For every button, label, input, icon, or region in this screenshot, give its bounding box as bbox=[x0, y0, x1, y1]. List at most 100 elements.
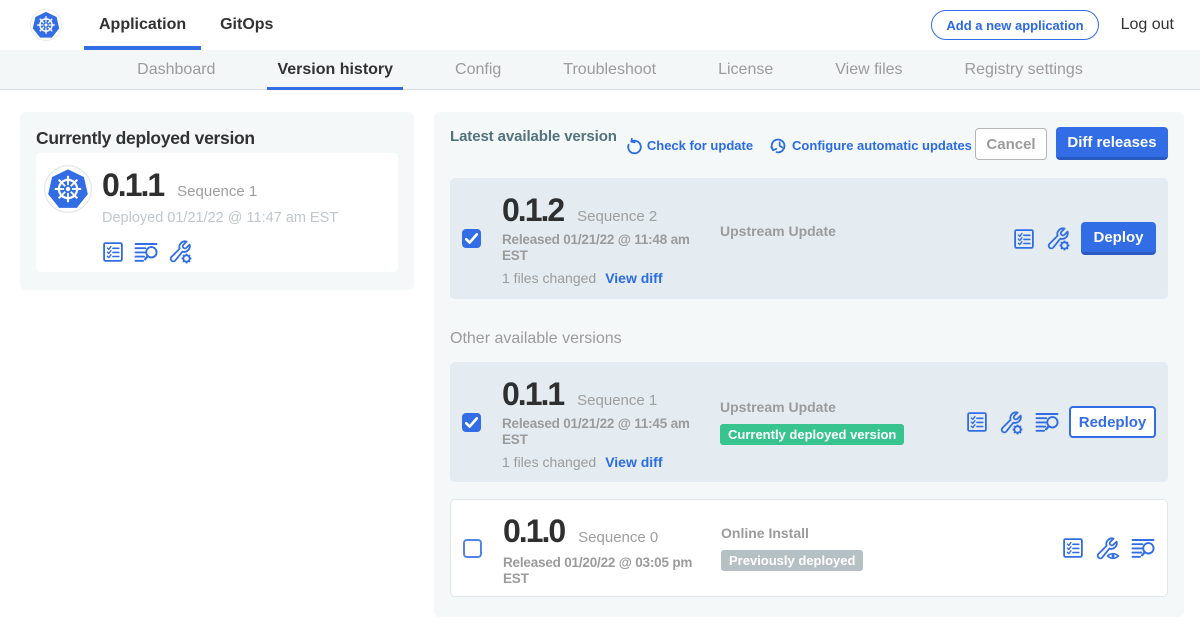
version-info-column: 0.1.2 Sequence 2 Released 01/21/22 @ 11:… bbox=[502, 178, 720, 286]
subnav-tab-view-files-label: View files bbox=[835, 61, 902, 79]
version-info-column: 0.1.1 Sequence 1 Released 01/21/22 @ 11:… bbox=[502, 362, 720, 470]
files-changed-line: 1 files changed View diff bbox=[502, 270, 720, 286]
version-checkbox-0.1.2[interactable] bbox=[462, 229, 481, 248]
version-history-panel: Latest available version Check for updat… bbox=[434, 112, 1184, 617]
version-line: 0.1.1 Sequence 1 bbox=[502, 379, 720, 409]
subnav-tab-view-files[interactable]: View files bbox=[804, 50, 933, 89]
released-line-2: EST bbox=[503, 571, 529, 586]
view-config-icon[interactable] bbox=[1095, 536, 1120, 561]
version-line: 0.1.0 Sequence 0 bbox=[503, 516, 721, 546]
version-number: 0.1.0 bbox=[503, 516, 566, 546]
top-tabs: Application GitOps bbox=[84, 0, 292, 50]
deployed-version-card: 0.1.1 Sequence 1 Deployed 01/21/22 @ 11:… bbox=[36, 153, 398, 272]
tab-application-label: Application bbox=[99, 16, 186, 34]
version-row-0.1.1: 0.1.1 Sequence 1 Released 01/21/22 @ 11:… bbox=[450, 362, 1168, 482]
deployed-timestamp: Deployed 01/21/22 @ 11:47 am EST bbox=[102, 210, 338, 227]
version-checkbox-0.1.1[interactable] bbox=[462, 413, 481, 432]
previously-deployed-badge: Previously deployed bbox=[721, 550, 863, 571]
deployed-version-info: 0.1.1 Sequence 1 Deployed 01/21/22 @ 11:… bbox=[102, 164, 338, 264]
currently-deployed-badge: Currently deployed version bbox=[720, 424, 904, 445]
view-diff-link[interactable]: View diff bbox=[605, 454, 662, 470]
version-source-label: Online Install bbox=[721, 525, 1062, 541]
release-notes-icon[interactable] bbox=[1062, 537, 1084, 559]
panel-header: Latest available version Check for updat… bbox=[450, 126, 1168, 160]
released-timestamp: Released 01/20/22 @ 03:05 pm EST bbox=[503, 555, 721, 586]
view-files-diff-icon[interactable] bbox=[1035, 411, 1059, 433]
cancel-button[interactable]: Cancel bbox=[975, 128, 1047, 160]
diff-releases-button[interactable]: Diff releases bbox=[1056, 127, 1168, 160]
released-timestamp: Released 01/21/22 @ 11:45 am EST bbox=[502, 416, 720, 447]
version-number: 0.1.1 bbox=[502, 379, 565, 409]
released-line-2: EST bbox=[502, 248, 528, 263]
released-line-1: Released 01/21/22 @ 11:45 am bbox=[502, 416, 690, 431]
subnav-tab-dashboard[interactable]: Dashboard bbox=[106, 50, 246, 89]
topbar-actions: Add a new application Log out bbox=[931, 0, 1174, 50]
main-content: Currently deployed version 0.1.1 Sequenc… bbox=[0, 90, 1200, 634]
files-changed-label: 1 files changed bbox=[502, 270, 596, 286]
edit-config-icon[interactable] bbox=[1046, 226, 1071, 251]
app-logo-icon bbox=[44, 165, 92, 213]
logout-link[interactable]: Log out bbox=[1121, 16, 1174, 34]
version-row-0.1.2: 0.1.2 Sequence 2 Released 01/21/22 @ 11:… bbox=[450, 178, 1168, 299]
released-timestamp: Released 01/21/22 @ 11:48 am EST bbox=[502, 232, 720, 263]
subnav-tab-config-label: Config bbox=[455, 61, 501, 79]
version-number: 0.1.2 bbox=[502, 195, 565, 225]
deploy-button[interactable]: Deploy bbox=[1081, 222, 1156, 255]
subnav-tab-registry-settings[interactable]: Registry settings bbox=[934, 50, 1114, 89]
files-changed-line: 1 files changed View diff bbox=[502, 454, 720, 470]
redeploy-button[interactable]: Redeploy bbox=[1069, 406, 1156, 438]
edit-config-icon[interactable] bbox=[999, 410, 1024, 435]
version-source-label: Upstream Update bbox=[720, 223, 1013, 239]
check-for-update-label: Check for update bbox=[647, 138, 753, 153]
deployed-version-actions bbox=[102, 239, 338, 264]
kubernetes-logo-icon bbox=[30, 9, 62, 41]
version-actions-column: Deploy bbox=[1013, 222, 1156, 255]
sequence-label: Sequence 1 bbox=[577, 392, 657, 409]
app-subnav: Dashboard Version history Config Trouble… bbox=[0, 50, 1200, 90]
currently-deployed-title: Currently deployed version bbox=[36, 128, 398, 148]
latest-available-title: Latest available version bbox=[450, 128, 617, 160]
version-checkbox-0.1.0[interactable] bbox=[463, 539, 482, 558]
view-files-diff-icon[interactable] bbox=[1131, 537, 1155, 559]
subnav-tab-license-label: License bbox=[718, 61, 773, 79]
version-info-column: 0.1.0 Sequence 0 Released 01/20/22 @ 03:… bbox=[503, 500, 721, 586]
configure-automatic-updates-link[interactable]: Configure automatic updates bbox=[770, 136, 972, 160]
deployed-version-number: 0.1.1 bbox=[102, 170, 165, 200]
subnav-tab-version-history-label: Version history bbox=[277, 61, 393, 79]
deployed-sequence-label: Sequence 1 bbox=[177, 183, 257, 200]
released-line-1: Released 01/21/22 @ 11:48 am bbox=[502, 232, 690, 247]
version-source-column: Online Install Previously deployed bbox=[721, 525, 1062, 571]
version-line: 0.1.1 Sequence 1 bbox=[102, 170, 338, 200]
released-line-2: EST bbox=[502, 432, 528, 447]
sequence-label: Sequence 0 bbox=[578, 529, 658, 546]
release-notes-icon[interactable] bbox=[966, 411, 988, 433]
check-for-update-link[interactable]: Check for update bbox=[626, 137, 753, 160]
top-navbar: Application GitOps Add a new application… bbox=[0, 0, 1200, 50]
version-source-column: Upstream Update bbox=[720, 223, 1013, 239]
subnav-tab-config[interactable]: Config bbox=[424, 50, 532, 89]
tab-gitops-label: GitOps bbox=[220, 16, 273, 34]
subnav-tab-registry-settings-label: Registry settings bbox=[965, 61, 1083, 79]
subnav-tab-license[interactable]: License bbox=[687, 50, 804, 89]
release-notes-icon[interactable] bbox=[1013, 228, 1035, 250]
refresh-icon bbox=[626, 138, 643, 155]
tab-gitops[interactable]: GitOps bbox=[201, 0, 292, 50]
subnav-tab-version-history[interactable]: Version history bbox=[246, 50, 424, 89]
subnav-tab-dashboard-label: Dashboard bbox=[137, 61, 215, 79]
add-new-application-button[interactable]: Add a new application bbox=[931, 10, 1098, 40]
configure-automatic-updates-label: Configure automatic updates bbox=[792, 138, 972, 153]
version-source-label: Upstream Update bbox=[720, 399, 966, 415]
tab-application[interactable]: Application bbox=[84, 0, 201, 50]
release-notes-icon[interactable] bbox=[102, 241, 124, 263]
view-diff-link[interactable]: View diff bbox=[605, 270, 662, 286]
version-line: 0.1.2 Sequence 2 bbox=[502, 195, 720, 225]
sequence-label: Sequence 2 bbox=[577, 208, 657, 225]
edit-config-icon[interactable] bbox=[168, 239, 193, 264]
other-available-versions-title: Other available versions bbox=[450, 329, 1168, 349]
subnav-tab-troubleshoot-label: Troubleshoot bbox=[563, 61, 656, 79]
subnav-tab-troubleshoot[interactable]: Troubleshoot bbox=[532, 50, 687, 89]
version-row-0.1.0: 0.1.0 Sequence 0 Released 01/20/22 @ 03:… bbox=[450, 499, 1168, 597]
currently-deployed-card: Currently deployed version 0.1.1 Sequenc… bbox=[20, 112, 414, 290]
version-actions-column: Redeploy bbox=[966, 406, 1156, 438]
view-files-diff-icon[interactable] bbox=[134, 241, 158, 263]
